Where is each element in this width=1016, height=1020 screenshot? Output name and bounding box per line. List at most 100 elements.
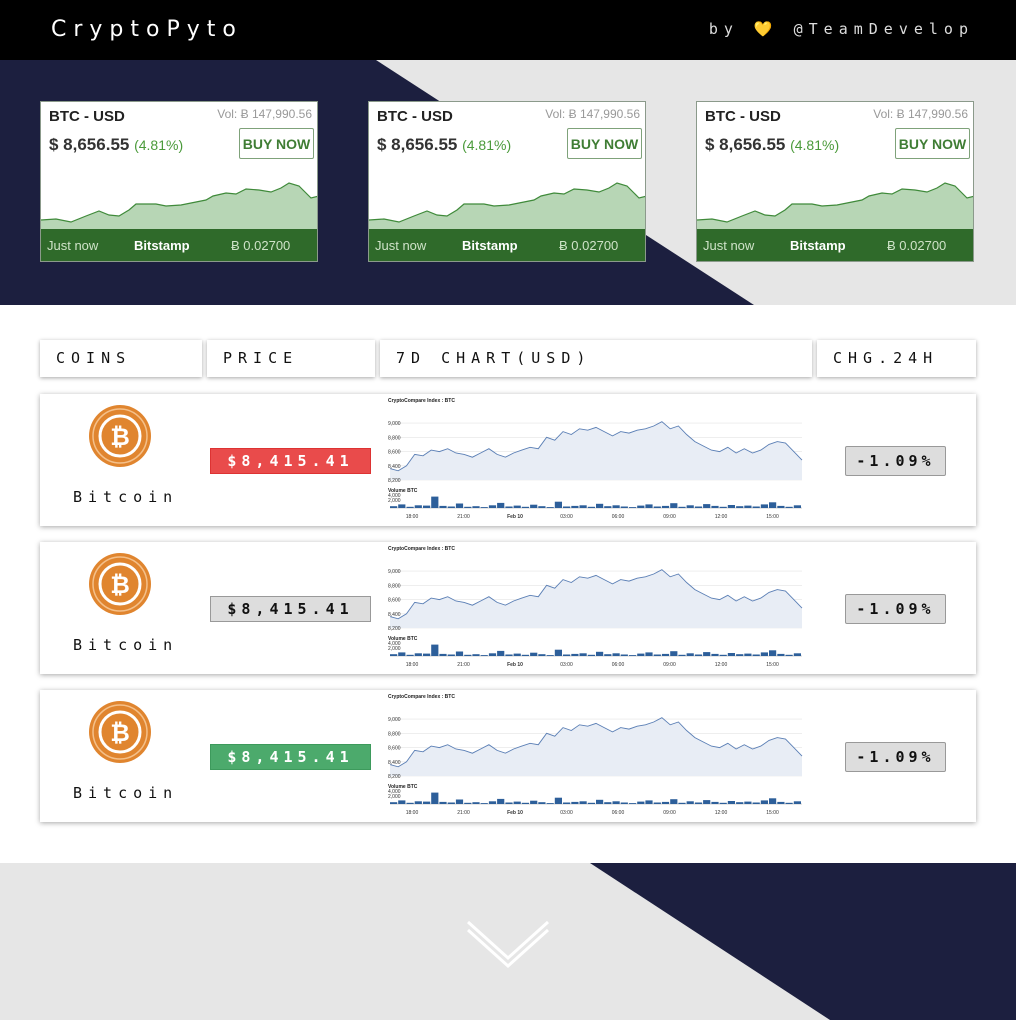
svg-text:8,600: 8,600 [388, 598, 401, 604]
svg-text:21:00: 21:00 [457, 810, 470, 816]
svg-text:Feb 10: Feb 10 [507, 662, 523, 668]
coin-name[interactable]: Bitcoin [73, 488, 178, 506]
svg-text:09:00: 09:00 [663, 810, 676, 816]
bitcoin-icon: ₿ [89, 701, 151, 763]
svg-text:21:00: 21:00 [457, 662, 470, 668]
ticker-price-value: $ 8,656.55 [705, 135, 786, 154]
coin-price: $8,415.41 [210, 448, 371, 474]
column-header-coins[interactable]: COINS [40, 340, 202, 377]
svg-text:06:00: 06:00 [612, 662, 625, 668]
coin-name[interactable]: Bitcoin [73, 636, 178, 654]
table-row[interactable]: ₿ Bitcoin $8,415.41 CryptoCompare Index … [40, 394, 976, 526]
table-row[interactable]: ₿ Bitcoin $8,415.41 CryptoCompare Index … [40, 690, 976, 822]
buy-now-button[interactable]: BUY NOW [895, 128, 970, 159]
change-24h-badge: -1.09% [845, 446, 946, 476]
svg-text:12:00: 12:00 [715, 662, 728, 668]
ticker-volume: Vol: Ƀ 147,990.56 [217, 107, 312, 121]
ticker-amount: Ƀ 0.02700 [887, 238, 947, 253]
svg-text:09:00: 09:00 [663, 514, 676, 520]
footer-section [0, 863, 1016, 1020]
svg-text:8,400: 8,400 [388, 464, 401, 470]
top-bar: CryptoPyto by 💛 @TeamDevelop [0, 0, 1016, 60]
svg-text:09:00: 09:00 [663, 662, 676, 668]
price-mini-chart[interactable]: CryptoCompare Index : BTC 9,000 8,800 8,60… [388, 692, 806, 818]
ticker-section: BTC - USD Vol: Ƀ 147,990.56 $ 8,656.55 (… [0, 60, 1016, 305]
svg-text:06:00: 06:00 [612, 810, 625, 816]
buy-now-button[interactable]: BUY NOW [239, 128, 314, 159]
ticker-volume: Vol: Ƀ 147,990.56 [873, 107, 968, 121]
bitcoin-icon: ₿ [89, 405, 151, 467]
ticker-sparkline [369, 182, 645, 234]
coin-name[interactable]: Bitcoin [73, 784, 178, 802]
ticker-price: $ 8,656.55 (4.81%) [705, 135, 839, 155]
svg-text:8,800: 8,800 [388, 583, 401, 589]
ticker-pair: BTC - USD [49, 108, 125, 125]
ticker-exchange: Bitstamp [790, 238, 846, 253]
buy-now-button[interactable]: BUY NOW [567, 128, 642, 159]
price-mini-chart[interactable]: CryptoCompare Index : BTC 9,000 8,800 8,60… [388, 396, 806, 522]
ticker-card[interactable]: BTC - USD Vol: Ƀ 147,990.56 $ 8,656.55 (… [40, 101, 318, 262]
svg-text:Feb 10: Feb 10 [507, 514, 523, 520]
ticker-exchange: Bitstamp [134, 238, 190, 253]
svg-text:₿: ₿ [110, 423, 130, 451]
svg-text:9,000: 9,000 [388, 569, 401, 575]
svg-text:15:00: 15:00 [766, 662, 779, 668]
ticker-footer: Just now Bitstamp Ƀ 0.02700 [697, 229, 973, 261]
column-header-chart[interactable]: 7D CHART(USD) [380, 340, 812, 377]
ticker-footer: Just now Bitstamp Ƀ 0.02700 [41, 229, 317, 261]
ticker-sparkline [697, 182, 973, 234]
bitcoin-icon: ₿ [89, 553, 151, 615]
ticker-price-value: $ 8,656.55 [377, 135, 458, 154]
ticker-time: Just now [375, 238, 427, 253]
svg-text:18:00: 18:00 [406, 514, 419, 520]
ticker-pair: BTC - USD [377, 108, 453, 125]
table-row[interactable]: ₿ Bitcoin $8,415.41 CryptoCompare Index … [40, 542, 976, 674]
ticker-amount: Ƀ 0.02700 [231, 238, 291, 253]
ticker-footer: Just now Bitstamp Ƀ 0.02700 [369, 229, 645, 261]
svg-text:21:00: 21:00 [457, 514, 470, 520]
svg-text:2,000: 2,000 [388, 646, 401, 652]
coin-price: $8,415.41 [210, 744, 371, 770]
chevron-down-icon[interactable] [464, 918, 552, 968]
svg-text:8,800: 8,800 [388, 435, 401, 441]
svg-text:8,600: 8,600 [388, 450, 401, 456]
ticker-sparkline [41, 182, 317, 234]
ticker-change: (4.81%) [462, 137, 512, 153]
svg-text:06:00: 06:00 [612, 514, 625, 520]
svg-text:8,200: 8,200 [388, 774, 401, 780]
ticker-pair: BTC - USD [705, 108, 781, 125]
column-header-change[interactable]: CHG.24H [817, 340, 976, 377]
svg-text:12:00: 12:00 [715, 810, 728, 816]
heart-icon: 💛 [753, 20, 779, 38]
ticker-card[interactable]: BTC - USD Vol: Ƀ 147,990.56 $ 8,656.55 (… [696, 101, 974, 262]
brand-title[interactable]: CryptoPyto [51, 17, 243, 42]
svg-text:18:00: 18:00 [406, 662, 419, 668]
ticker-price: $ 8,656.55 (4.81%) [377, 135, 511, 155]
price-mini-chart[interactable]: CryptoCompare Index : BTC 9,000 8,800 8,60… [388, 544, 806, 670]
svg-text:9,000: 9,000 [388, 421, 401, 427]
svg-text:2,000: 2,000 [388, 794, 401, 800]
ticker-time: Just now [47, 238, 99, 253]
svg-text:Feb 10: Feb 10 [507, 810, 523, 816]
svg-text:CryptoCompare Index : BTC: CryptoCompare Index : BTC [388, 546, 455, 552]
svg-text:8,200: 8,200 [388, 478, 401, 484]
svg-text:8,800: 8,800 [388, 731, 401, 737]
ticker-price: $ 8,656.55 (4.81%) [49, 135, 183, 155]
ticker-exchange: Bitstamp [462, 238, 518, 253]
byline: by 💛 @TeamDevelop [709, 20, 974, 38]
svg-text:12:00: 12:00 [715, 514, 728, 520]
ticker-volume: Vol: Ƀ 147,990.56 [545, 107, 640, 121]
svg-text:03:00: 03:00 [560, 514, 573, 520]
svg-text:8,400: 8,400 [388, 612, 401, 618]
change-24h-badge: -1.09% [845, 594, 946, 624]
author-handle[interactable]: @TeamDevelop [794, 20, 974, 38]
svg-text:₿: ₿ [110, 719, 130, 747]
svg-text:9,000: 9,000 [388, 717, 401, 723]
svg-text:₿: ₿ [110, 571, 130, 599]
svg-text:8,400: 8,400 [388, 760, 401, 766]
ticker-change: (4.81%) [134, 137, 184, 153]
ticker-card[interactable]: BTC - USD Vol: Ƀ 147,990.56 $ 8,656.55 (… [368, 101, 646, 262]
svg-text:03:00: 03:00 [560, 662, 573, 668]
change-24h-badge: -1.09% [845, 742, 946, 772]
column-header-price[interactable]: PRICE [207, 340, 375, 377]
